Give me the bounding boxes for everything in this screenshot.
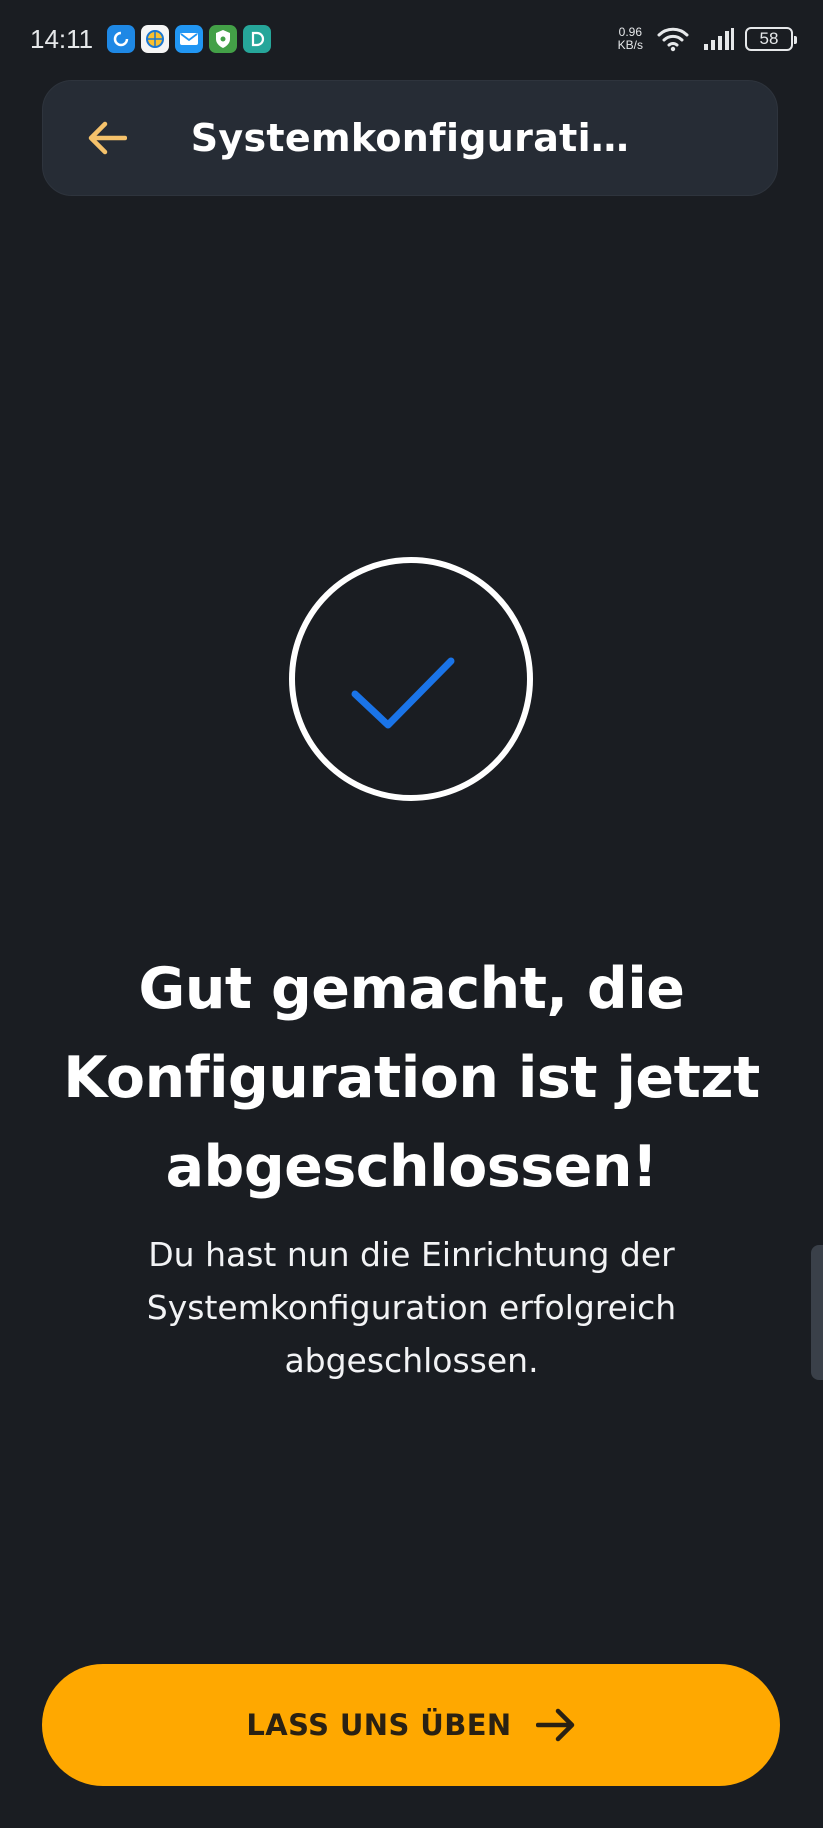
signal-icon — [703, 27, 735, 51]
success-headline: Gut gemacht, die Konfiguration ist jetzt… — [63, 956, 760, 1200]
battery-level: 58 — [759, 29, 779, 48]
wifi-icon — [657, 26, 689, 52]
refresh-app-icon — [107, 25, 136, 53]
arrow-right-icon — [535, 1708, 576, 1742]
screen: 14:11 0.96 KB/s 58 Systemkonfigurati… Gu… — [0, 0, 823, 1828]
network-speed: 0.96 KB/s — [618, 26, 643, 52]
status-time: 14:11 — [30, 23, 94, 54]
globe-app-icon — [141, 25, 170, 53]
practice-button[interactable]: LASS UNS ÜBEN — [42, 1664, 780, 1786]
app-header: Systemkonfigurati… — [42, 80, 778, 196]
arrow-left-icon — [87, 121, 127, 155]
check-circle-icon — [288, 556, 534, 802]
status-right: 0.96 KB/s 58 — [618, 26, 797, 52]
battery-icon: 58 — [745, 27, 797, 51]
mail-app-icon — [175, 25, 204, 53]
shield-app-icon — [209, 25, 238, 53]
back-button[interactable] — [79, 110, 135, 166]
status-bar: 14:11 0.96 KB/s 58 — [0, 0, 823, 78]
teal-app-icon — [243, 25, 272, 53]
page-title: Systemkonfigurati… — [190, 116, 630, 160]
net-speed-unit: KB/s — [617, 38, 643, 52]
practice-button-label: LASS UNS ÜBEN — [246, 1708, 512, 1742]
status-left: 14:11 — [30, 24, 277, 55]
success-description: Du hast nun die Einrichtung der Systemko… — [146, 1235, 677, 1380]
scroll-handle[interactable] — [811, 1245, 823, 1380]
